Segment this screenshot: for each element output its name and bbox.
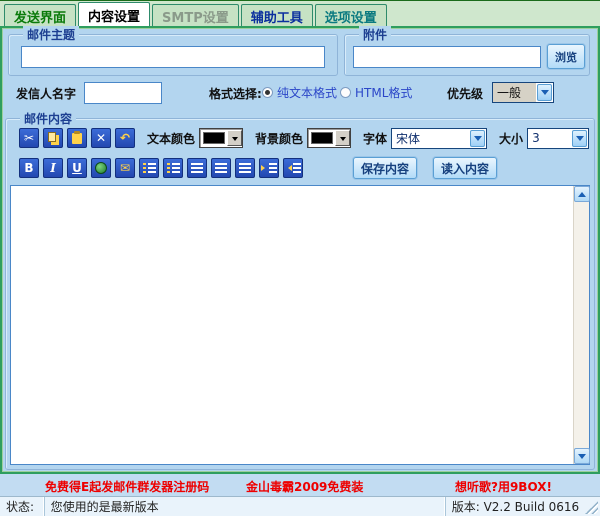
subject-groupbox: 邮件主题 bbox=[8, 26, 338, 76]
priority-value: 一般 bbox=[493, 83, 536, 102]
resize-grip[interactable] bbox=[585, 501, 599, 514]
indent-bars-glyph bbox=[269, 162, 277, 174]
mass-mailer-window: 发送界面 内容设置 SMTP设置 辅助工具 选项设置 邮件主题 附件 浏览 发信… bbox=[0, 0, 600, 516]
subject-input[interactable] bbox=[21, 46, 325, 68]
copy-glyph bbox=[47, 131, 56, 142]
align-right-icon[interactable] bbox=[235, 158, 255, 178]
bg-color-label: 背景颜色 bbox=[255, 131, 304, 146]
underline-icon[interactable]: U bbox=[67, 158, 87, 178]
radio-html-circle[interactable] bbox=[340, 87, 351, 98]
radio-plain-text[interactable]: 纯文本格式 bbox=[262, 84, 337, 101]
indent-arrow-glyph bbox=[261, 165, 268, 171]
radio-html[interactable]: HTML格式 bbox=[340, 84, 412, 101]
text-color-label: 文本颜色 bbox=[147, 131, 196, 146]
tab-smtp-settings[interactable]: SMTP设置 bbox=[152, 4, 239, 26]
globe-glyph bbox=[95, 162, 107, 174]
outdent-bars-glyph bbox=[293, 162, 301, 174]
cut-icon[interactable]: ✂ bbox=[19, 128, 39, 148]
format-select-label: 格式选择: bbox=[209, 87, 262, 101]
tab-send-screen[interactable]: 发送界面 bbox=[4, 4, 77, 26]
text-color-swatch bbox=[203, 132, 226, 144]
tab-helper-tools[interactable]: 辅助工具 bbox=[240, 4, 313, 26]
delete-icon[interactable]: ✕ bbox=[91, 128, 111, 148]
promo-links-strip: 免费得E起发邮件群发器注册码 金山毒霸2009免费装 想听歌?用9BOX! bbox=[0, 474, 600, 496]
promo-link-9box[interactable]: 想听歌?用9BOX! bbox=[455, 478, 552, 495]
size-combobox[interactable]: 3 bbox=[527, 127, 590, 149]
size-value: 3 bbox=[532, 131, 540, 145]
mail-content-group-title: 邮件内容 bbox=[20, 110, 77, 127]
version-text: 版本: V2.2 Build 0616 bbox=[444, 497, 585, 516]
align-right-glyph bbox=[239, 162, 251, 174]
priority-label: 优先级 bbox=[447, 87, 484, 101]
radio-html-label: HTML格式 bbox=[355, 86, 413, 100]
editor-scrollbar[interactable] bbox=[573, 186, 590, 464]
mail-link-icon[interactable]: ✉ bbox=[115, 158, 135, 178]
ordered-list-icon[interactable] bbox=[139, 158, 159, 178]
save-content-button[interactable]: 保存内容 bbox=[353, 157, 417, 179]
chevron-down-icon[interactable] bbox=[335, 130, 351, 146]
bg-color-combobox[interactable] bbox=[307, 128, 352, 148]
paste-glyph bbox=[72, 130, 82, 144]
attachment-groupbox: 附件 浏览 bbox=[344, 26, 590, 76]
content-settings-page: 邮件主题 附件 浏览 发信人名字 格式选择: 纯文本格式 HTML格式 优先级 bbox=[0, 26, 600, 474]
indent-icon[interactable] bbox=[259, 158, 279, 178]
status-label: 状态: bbox=[6, 500, 35, 514]
priority-combobox[interactable]: 一般 bbox=[492, 82, 554, 103]
font-combobox[interactable]: 宋体 bbox=[391, 127, 488, 149]
browse-button[interactable]: 浏览 bbox=[547, 44, 585, 69]
copy-icon[interactable] bbox=[43, 128, 63, 148]
insert-link-icon[interactable] bbox=[91, 158, 111, 178]
mail-body-editor-frame bbox=[10, 185, 590, 465]
promo-link-antivirus[interactable]: 金山毒霸2009免费装 bbox=[246, 478, 363, 495]
status-message: 您使用的是最新版本 bbox=[43, 497, 445, 516]
tab-option-settings[interactable]: 选项设置 bbox=[314, 4, 387, 26]
promo-link-register[interactable]: 免费得E起发邮件群发器注册码 bbox=[45, 478, 209, 495]
radio-plain-text-label: 纯文本格式 bbox=[277, 86, 338, 100]
size-label: 大小 bbox=[499, 131, 524, 146]
italic-icon[interactable]: I bbox=[43, 158, 63, 178]
tab-content-settings[interactable]: 内容设置 bbox=[78, 2, 151, 26]
bg-color-swatch bbox=[311, 132, 334, 144]
font-label: 字体 bbox=[363, 131, 388, 146]
sender-row: 发信人名字 格式选择: 纯文本格式 HTML格式 优先级 一般 bbox=[2, 80, 598, 106]
outdent-arrow-glyph bbox=[285, 165, 292, 171]
format-toolbar-2: B I U ✉ 保存内容 读入内容 bbox=[19, 157, 497, 179]
align-left-icon[interactable] bbox=[187, 158, 207, 178]
text-color-combobox[interactable] bbox=[199, 128, 244, 148]
load-content-button[interactable]: 读入内容 bbox=[433, 157, 497, 179]
align-center-icon[interactable] bbox=[211, 158, 231, 178]
bold-icon[interactable]: B bbox=[19, 158, 39, 178]
tab-bar: 发送界面 内容设置 SMTP设置 辅助工具 选项设置 bbox=[0, 0, 600, 26]
radio-plain-text-circle[interactable] bbox=[262, 87, 273, 98]
scroll-up-icon[interactable] bbox=[574, 186, 590, 202]
status-bar: 状态: 您使用的是最新版本 版本: V2.2 Build 0616 bbox=[0, 496, 600, 516]
chevron-down-icon[interactable] bbox=[572, 129, 588, 147]
chevron-down-icon[interactable] bbox=[227, 130, 243, 146]
mail-body-editor[interactable] bbox=[11, 186, 573, 464]
format-toolbar-1: ✂ ✕ ↶ 文本颜色 背景颜色 字体 宋体 大小 3 bbox=[19, 127, 590, 149]
paste-icon[interactable] bbox=[67, 128, 87, 148]
outdent-icon[interactable] bbox=[283, 158, 303, 178]
attachment-input[interactable] bbox=[353, 46, 541, 68]
ordered-list-glyph bbox=[142, 162, 156, 174]
undo-icon[interactable]: ↶ bbox=[115, 128, 135, 148]
bullet-list-icon[interactable] bbox=[163, 158, 183, 178]
bullet-list-glyph bbox=[166, 162, 180, 174]
mail-content-groupbox: 邮件内容 ✂ ✕ ↶ 文本颜色 背景颜色 字体 宋体 大小 3 B I U ✉ … bbox=[5, 110, 595, 470]
align-center-glyph bbox=[215, 162, 227, 174]
chevron-down-icon[interactable] bbox=[537, 84, 552, 101]
font-value: 宋体 bbox=[396, 131, 421, 146]
subject-group-title: 邮件主题 bbox=[23, 26, 80, 43]
align-left-glyph bbox=[191, 162, 203, 174]
attachment-group-title: 附件 bbox=[359, 26, 392, 43]
sender-name-input[interactable] bbox=[84, 82, 162, 104]
chevron-down-icon[interactable] bbox=[470, 129, 486, 147]
scroll-down-icon[interactable] bbox=[574, 448, 590, 464]
sender-name-label: 发信人名字 bbox=[16, 87, 77, 101]
